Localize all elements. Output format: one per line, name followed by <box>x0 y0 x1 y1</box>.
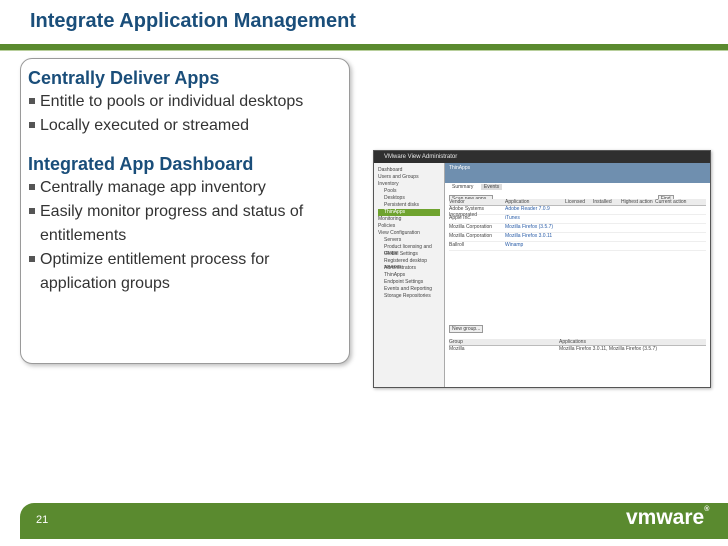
section-heading: Integrated App Dashboard <box>28 154 254 174</box>
embedded-group-section: New group... Group Applications Mozilla … <box>449 317 706 352</box>
page-number: 21 <box>36 514 49 526</box>
embedded-table: Vendor Application Licensed Installed Hi… <box>449 199 706 251</box>
embedded-header: ThinApps Summary Events <box>445 163 710 190</box>
bullet-square-icon <box>29 208 35 214</box>
bullet-square-icon <box>29 122 35 128</box>
bullet-item: Centrally manage app inventory <box>28 176 348 200</box>
embedded-main-pane: ThinApps Summary Events Scan new apps...… <box>445 163 710 387</box>
bullet-square-icon <box>29 184 35 190</box>
bullet-content: Centrally Deliver Apps Entitle to pools … <box>28 66 348 296</box>
bullet-item: Optimize entitlement process for applica… <box>28 248 348 296</box>
vmware-logo: vmware® <box>626 506 710 529</box>
bullet-square-icon <box>29 98 35 104</box>
bullet-item: Entitle to pools or individual desktops <box>28 90 348 114</box>
title-divider-light <box>0 50 728 51</box>
slide-title: Integrate Application Management <box>30 10 356 32</box>
section-heading: Centrally Deliver Apps <box>28 68 220 88</box>
bullet-item: Easily monitor progress and status of en… <box>28 200 348 248</box>
embedded-screenshot: VMware View Administrator Dashboard User… <box>373 150 711 388</box>
bullet-item: Locally executed or streamed <box>28 114 348 138</box>
bullet-square-icon <box>29 256 35 262</box>
embedded-sidebar: Dashboard Users and Groups Inventory Poo… <box>374 163 445 387</box>
footer-bar <box>20 503 728 539</box>
embedded-window-titlebar: VMware View Administrator <box>374 151 710 163</box>
